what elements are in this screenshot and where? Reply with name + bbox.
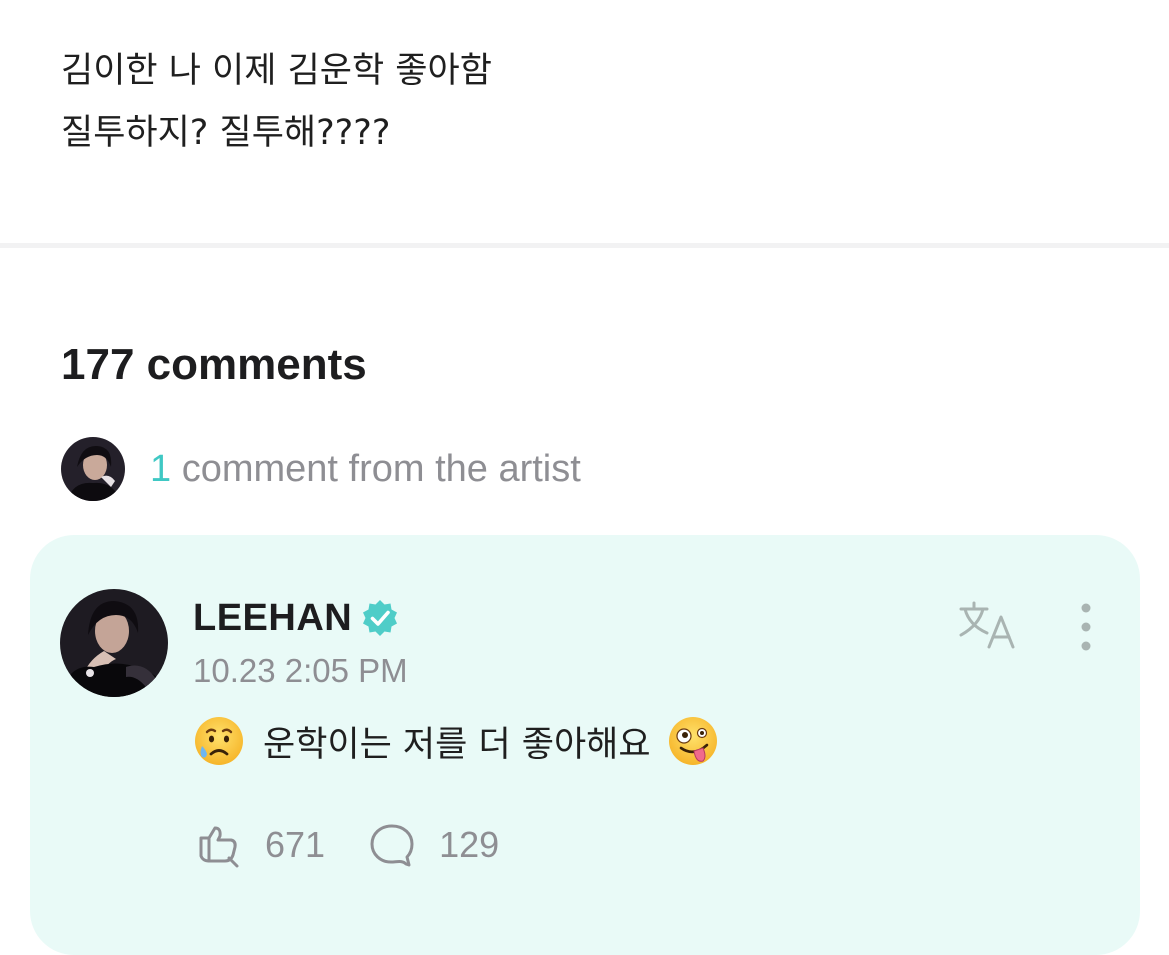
comment-actions: 671 129 xyxy=(193,820,499,870)
like-count: 671 xyxy=(265,824,326,865)
artist-comment-text: comment from the artist xyxy=(171,447,581,490)
translate-icon[interactable] xyxy=(955,597,1021,653)
section-divider xyxy=(0,243,1169,248)
post-text-line: 김이한 나 이제 김운학 좋아함 xyxy=(61,51,492,91)
verified-badge-icon xyxy=(363,600,398,636)
more-vertical-icon[interactable] xyxy=(1074,601,1098,653)
comments-count-heading: 177 comments xyxy=(61,340,367,389)
comment-author-row: LEEHAN xyxy=(193,593,400,643)
artist-avatar xyxy=(61,437,125,501)
like-reaction-icon[interactable] xyxy=(193,820,243,870)
reply-count: 129 xyxy=(439,824,500,865)
artist-comments-label: 1 comment from the artist xyxy=(150,448,581,491)
zany-face-emoji-icon xyxy=(668,717,717,765)
sad-but-relieved-emoji-icon xyxy=(195,717,243,765)
artist-comment-card: LEEHAN 10.23 2:05 PM 운학이는 저를 더 좋아해요 671 … xyxy=(30,535,1140,955)
comment-text: 운학이는 저를 더 좋아해요 xyxy=(263,724,651,765)
post-text-line: 질투하지? 질투해???? xyxy=(61,113,391,153)
comment-author-avatar[interactable] xyxy=(60,589,168,697)
comment-content: 운학이는 저를 더 좋아해요 xyxy=(193,713,719,769)
artist-comments-link[interactable]: 1 comment from the artist xyxy=(61,437,581,501)
reply-bubble-icon[interactable] xyxy=(367,820,417,870)
comment-timestamp: 10.23 2:05 PM xyxy=(193,652,408,689)
comment-author-name[interactable]: LEEHAN xyxy=(193,597,352,640)
post-body: 김이한 나 이제 김운학 좋아함 질투하지? 질투해???? xyxy=(61,40,492,164)
artist-comment-count: 1 xyxy=(150,447,172,490)
